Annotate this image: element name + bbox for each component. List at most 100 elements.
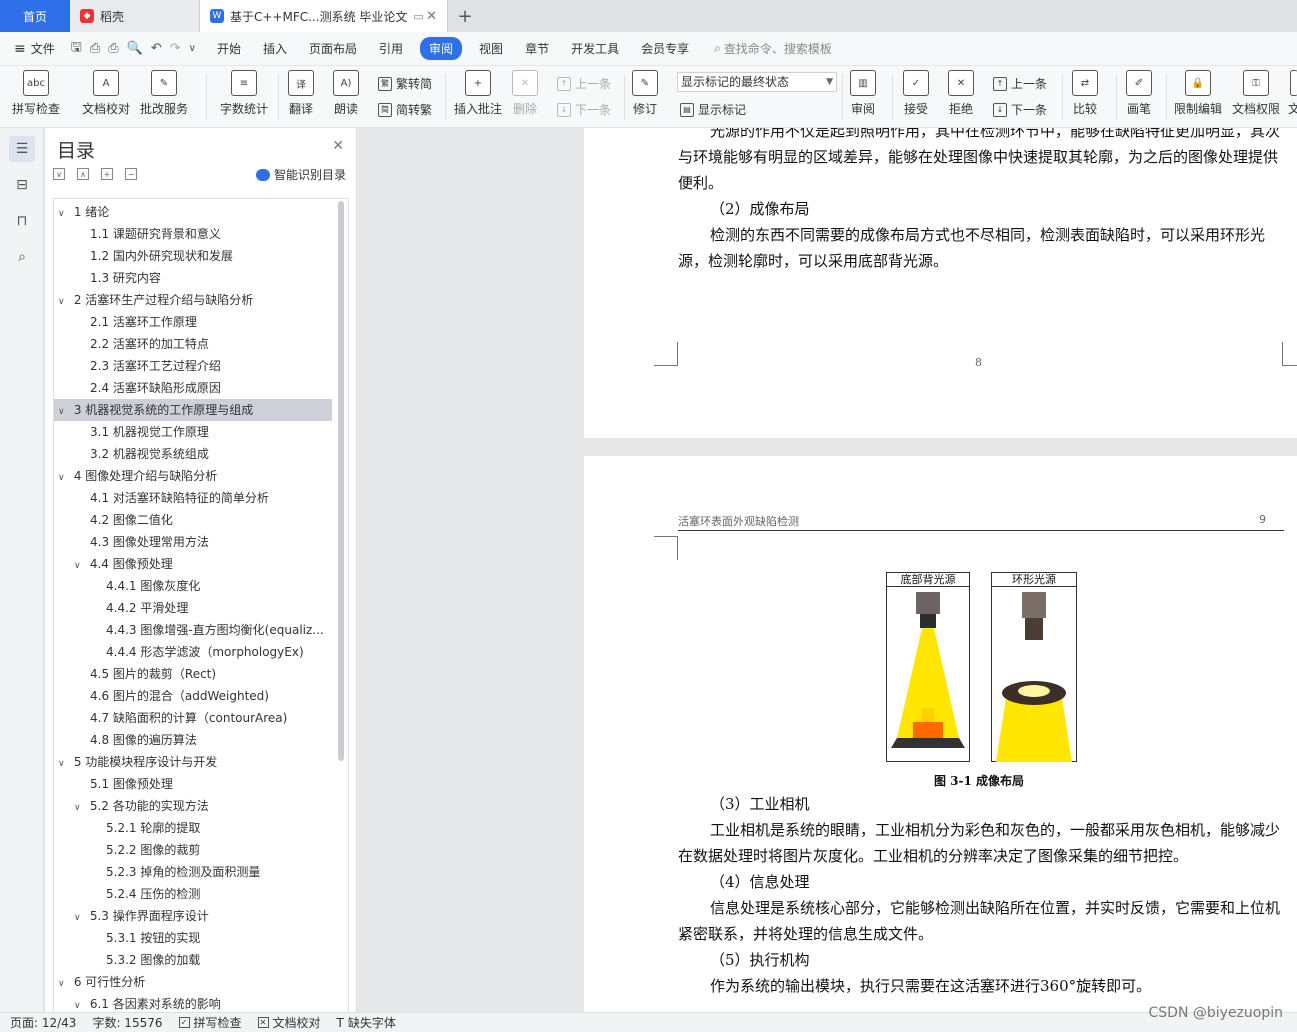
toc-item[interactable]: 2.3 活塞环工艺过程介绍 <box>54 355 332 377</box>
undo-icon[interactable]: ↶ <box>151 41 162 56</box>
scrollbar[interactable] <box>338 201 344 761</box>
customize-dropdown-icon[interactable]: ∨ <box>189 43 196 54</box>
chevron-down-icon[interactable]: ∨ <box>74 907 86 927</box>
tab-document[interactable]: W 基于C++MFC...测系统 毕业论文 ▭ ✕ <box>200 0 448 32</box>
expand-all-icon[interactable]: ∨ <box>53 168 65 180</box>
next-change-button[interactable]: ↓ 下一条 <box>993 101 1047 118</box>
menu-insert[interactable]: 插入 <box>263 38 287 59</box>
delete-comment-button[interactable]: ✕ 删除 <box>512 70 538 117</box>
insert-comment-button[interactable]: + 插入批注 <box>454 70 502 117</box>
menu-start[interactable]: 开始 <box>217 38 241 59</box>
toc-item[interactable]: 2.4 活塞环缺陷形成原因 <box>54 377 332 399</box>
chapter-nav-icon[interactable]: ⊟ <box>9 172 35 198</box>
toc-item[interactable]: 3.2 机器视觉系统组成 <box>54 443 332 465</box>
toc-item[interactable]: ∨ 6.1 各因素对系统的影响 <box>54 993 332 1012</box>
new-tab-button[interactable]: + <box>448 0 482 32</box>
menu-reference[interactable]: 引用 <box>379 38 403 59</box>
word-count-indicator[interactable]: 字数: 15576 <box>92 1014 162 1031</box>
simp-to-trad-button[interactable]: 简简转繁 <box>378 101 432 118</box>
menu-view[interactable]: 视图 <box>479 38 503 59</box>
monitor-icon[interactable]: ▭ <box>413 10 423 23</box>
search-icon[interactable]: ⌕ <box>9 244 35 270</box>
menu-member[interactable]: 会员专享 <box>641 38 689 59</box>
menu-layout[interactable]: 页面布局 <box>309 38 357 59</box>
chevron-down-icon[interactable]: ∨ <box>74 797 86 817</box>
print-icon[interactable]: ⎙ <box>108 41 118 56</box>
toc-item[interactable]: 5.1 图像预处理 <box>54 773 332 795</box>
status-doc-check[interactable]: ✕ 文档校对 <box>257 1014 321 1031</box>
doc-check-button[interactable]: A 文档校对 <box>82 70 130 117</box>
toc-item[interactable]: 4.2 图像二值化 <box>54 509 332 531</box>
spell-check-button[interactable]: abc 拼写检查 <box>12 70 60 117</box>
read-aloud-button[interactable]: A) 朗读 <box>333 70 359 117</box>
chevron-down-icon[interactable]: ∨ <box>74 995 86 1012</box>
missing-font-indicator[interactable]: T 缺失字体 <box>337 1014 396 1031</box>
toc-item[interactable]: ∨ 6 可行性分析 <box>54 971 332 993</box>
export-pdf-icon[interactable]: ⎙ <box>90 41 100 56</box>
review-pane-button[interactable]: ▥ 审阅 <box>850 70 876 117</box>
markup-state-select[interactable]: 显示标记的最终状态 ▼ <box>677 72 837 92</box>
compare-button[interactable]: ⇄ 比较 <box>1072 70 1098 117</box>
status-spell-check[interactable]: ✓ 拼写检查 <box>178 1014 242 1031</box>
toc-item[interactable]: 4.4.1 图像灰度化 <box>54 575 332 597</box>
toc-item[interactable]: 4.4.4 形态学滤波（morphologyEx) <box>54 641 332 663</box>
toc-item[interactable]: 4.1 对活塞环缺陷特征的简单分析 <box>54 487 332 509</box>
toc-item[interactable]: ∨ 4 图像处理介绍与缺陷分析 <box>54 465 332 487</box>
toc-item[interactable]: 4.7 缺陷面积的计算（contourArea) <box>54 707 332 729</box>
chevron-down-icon[interactable]: ∨ <box>58 467 70 487</box>
close-tab-icon[interactable]: ✕ <box>426 9 437 24</box>
toc-item[interactable]: ∨ 3 机器视觉系统的工作原理与组成 <box>54 399 332 421</box>
toc-item[interactable]: 4.8 图像的遍历算法 <box>54 729 332 751</box>
prev-change-button[interactable]: ↑ 上一条 <box>993 75 1047 92</box>
outline-icon[interactable]: ☰ <box>9 136 35 162</box>
chevron-down-icon[interactable]: ∨ <box>74 555 86 575</box>
command-search[interactable]: ⌕ 查找命令、搜索模板 <box>714 40 832 57</box>
word-count-button[interactable]: ≡ 字数统计 <box>220 70 268 117</box>
toc-item[interactable]: 4.3 图像处理常用方法 <box>54 531 332 553</box>
toc-item[interactable]: 5.2.3 掉角的检测及面积测量 <box>54 861 332 883</box>
toc-item[interactable]: 4.4.2 平滑处理 <box>54 597 332 619</box>
prev-comment-button[interactable]: ↑ 上一条 <box>557 75 611 92</box>
chevron-down-icon[interactable]: ∨ <box>58 291 70 311</box>
redo-icon[interactable]: ↷ <box>170 41 181 56</box>
remove-heading-icon[interactable]: − <box>125 168 137 180</box>
toc-item[interactable]: 4.4.3 图像增强-直方图均衡化(equaliz... <box>54 619 332 641</box>
chevron-down-icon[interactable]: ∨ <box>58 203 70 223</box>
track-changes-button[interactable]: ✎ 修订 <box>632 70 658 117</box>
pen-button[interactable]: ✐ 画笔 <box>1126 70 1152 117</box>
toc-item[interactable]: 1.1 课题研究背景和意义 <box>54 223 332 245</box>
translate-button[interactable]: 译翻译 <box>288 70 314 117</box>
accept-button[interactable]: ✓ 接受 <box>903 70 929 117</box>
toc-item[interactable]: 5.3.1 按钮的实现 <box>54 927 332 949</box>
print-preview-icon[interactable]: 🔍 <box>127 41 143 56</box>
show-markup-button[interactable]: ▤ 显示标记 <box>680 101 746 118</box>
chevron-down-icon[interactable]: ∨ <box>58 753 70 773</box>
page-indicator[interactable]: 页面: 12/43 <box>10 1014 76 1031</box>
toc-item[interactable]: ∨ 2 活塞环生产过程介绍与缺陷分析 <box>54 289 332 311</box>
smart-toc-button[interactable]: 智能识别目录 <box>255 166 346 183</box>
toc-item[interactable]: 5.2.2 图像的裁剪 <box>54 839 332 861</box>
doc-rights-button[interactable]: ⚿ 文档权限 <box>1232 70 1280 117</box>
add-heading-icon[interactable]: + <box>101 168 113 180</box>
batch-service-button[interactable]: ✎ 批改服务 <box>140 70 188 117</box>
chevron-down-icon[interactable]: ∨ <box>58 401 70 421</box>
toc-item[interactable]: 1.3 研究内容 <box>54 267 332 289</box>
close-icon[interactable]: ✕ <box>332 138 344 154</box>
trad-to-simp-button[interactable]: 繁繁转简 <box>378 75 432 92</box>
bookmark-icon[interactable]: ⊓ <box>9 208 35 234</box>
toc-item[interactable]: ∨ 5.2 各功能的实现方法 <box>54 795 332 817</box>
next-comment-button[interactable]: ↓ 下一条 <box>557 101 611 118</box>
menu-review[interactable]: 审阅 <box>420 37 463 60</box>
toc-item[interactable]: 4.6 图片的混合（addWeighted) <box>54 685 332 707</box>
menu-chapter[interactable]: 章节 <box>525 38 549 59</box>
restrict-edit-button[interactable]: 🔒 限制编辑 <box>1174 70 1222 117</box>
menu-dev-tools[interactable]: 开发工具 <box>571 38 619 59</box>
toc-item[interactable]: 5.2.4 压伤的检测 <box>54 883 332 905</box>
toc-item[interactable]: ∨ 1 绪论 <box>54 201 332 223</box>
collapse-all-icon[interactable]: ∧ <box>77 168 89 180</box>
toc-item[interactable]: 2.1 活塞环工作原理 <box>54 311 332 333</box>
save-icon[interactable]: 🖫 <box>71 38 82 60</box>
more-ribbon-button[interactable]: 文 <box>1288 70 1297 117</box>
toc-item[interactable]: 4.5 图片的裁剪（Rect) <box>54 663 332 685</box>
toc-item[interactable]: 2.2 活塞环的加工特点 <box>54 333 332 355</box>
